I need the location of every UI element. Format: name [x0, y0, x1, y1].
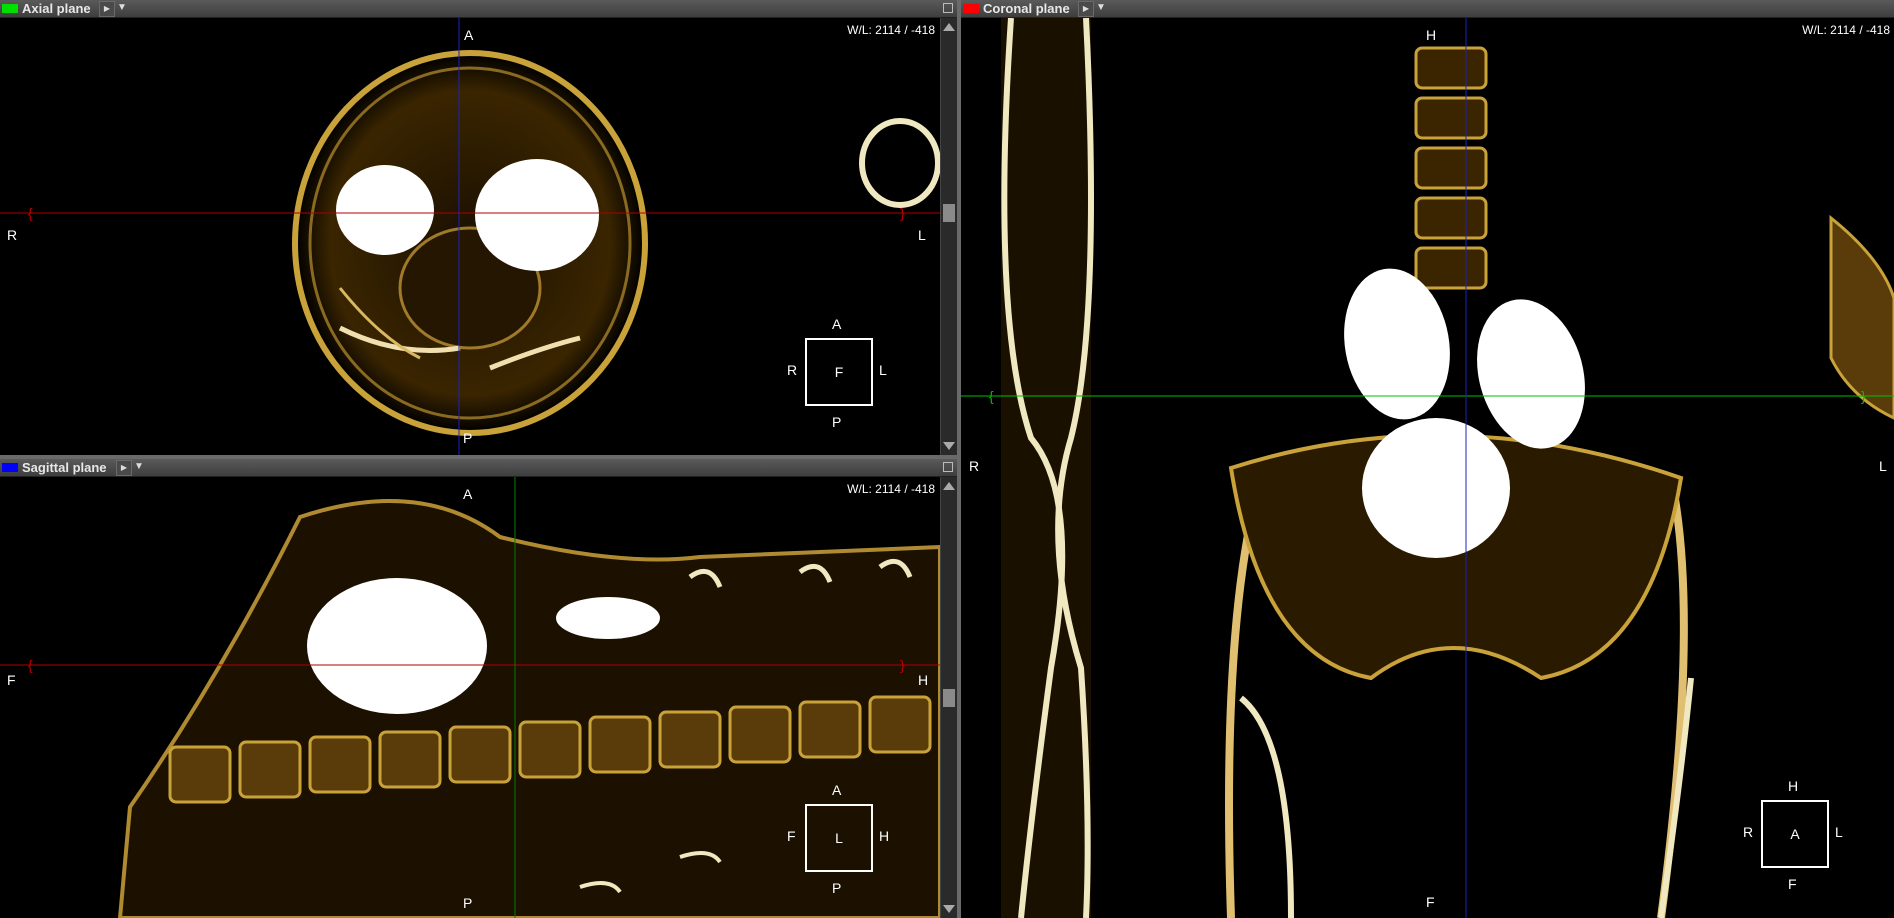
sagittal-viewer[interactable]: Sagittal plane ▶ ▼ {} W/L: 2114 / -418 …: [0, 459, 957, 918]
sagittal-label-left: F: [7, 672, 16, 688]
sagittal-image-viewport[interactable]: { } W/L: 2114 / -418 A P F H A L F H P: [0, 477, 940, 918]
coronal-window-level: W/L: 2114 / -418: [1802, 23, 1890, 37]
sagittal-window-level: W/L: 2114 / -418: [847, 482, 935, 496]
sagittal-scroll-thumb[interactable]: [943, 689, 955, 707]
axial-scroll-thumb[interactable]: [943, 204, 955, 222]
play-icon[interactable]: ▶: [1078, 1, 1094, 17]
sagittal-title: Sagittal plane: [22, 460, 107, 475]
sagittal-label-bottom: P: [463, 895, 473, 911]
scroll-down-icon[interactable]: [943, 442, 955, 450]
coronal-label-right: L: [1879, 458, 1887, 474]
svg-text:}: }: [900, 657, 905, 673]
sagittal-slice-scrollbar[interactable]: [940, 477, 957, 918]
sagittal-color-swatch: [2, 463, 18, 472]
axial-label-left: R: [7, 227, 18, 243]
play-icon[interactable]: ▶: [116, 460, 132, 476]
axial-titlebar: Axial plane ▶ ▼: [0, 0, 957, 18]
axial-viewer[interactable]: Axial plane ▶ ▼ { } W/L: 2114 / -418 A P…: [0, 0, 957, 455]
coronal-image-viewport[interactable]: { } W/L: 2114 / -418 H F R L H A R L F: [961, 18, 1894, 918]
coronal-titlebar: Coronal plane ▶ ▼: [961, 0, 1894, 18]
axial-label-right: L: [918, 227, 926, 243]
coronal-viewer[interactable]: Coronal plane ▶ ▼ {} W/L: 2114 / -418 H…: [961, 0, 1894, 918]
coronal-title: Coronal plane: [983, 1, 1070, 16]
chevron-down-icon[interactable]: ▼: [132, 459, 146, 475]
coronal-color-swatch: [963, 4, 979, 13]
scroll-down-icon[interactable]: [943, 905, 955, 913]
svg-text:{: {: [28, 205, 33, 221]
svg-text:{: {: [989, 388, 994, 404]
coronal-orientation-cube: H A R L F: [1743, 778, 1843, 892]
maximize-icon[interactable]: [943, 3, 953, 13]
axial-label-top: A: [464, 27, 474, 43]
axial-window-level: W/L: 2114 / -418: [847, 23, 935, 37]
chevron-down-icon[interactable]: ▼: [115, 0, 129, 16]
coronal-label-bottom: F: [1426, 894, 1435, 910]
axial-image-viewport[interactable]: { } W/L: 2114 / -418 A P R L A F R L P: [0, 18, 940, 455]
coronal-label-left: R: [969, 458, 980, 474]
axial-slice-scrollbar[interactable]: [940, 18, 957, 455]
svg-text:{: {: [28, 657, 33, 673]
axial-label-bottom: P: [463, 430, 473, 446]
chevron-down-icon[interactable]: ▼: [1094, 0, 1108, 16]
play-icon[interactable]: ▶: [99, 1, 115, 17]
sagittal-label-right: H: [918, 672, 929, 688]
sagittal-orientation-cube: A L F H P: [787, 782, 890, 896]
sagittal-label-top: A: [463, 486, 473, 502]
svg-text:}: }: [1861, 388, 1866, 404]
scroll-up-icon[interactable]: [943, 482, 955, 490]
sagittal-titlebar: Sagittal plane ▶ ▼: [0, 459, 957, 477]
svg-text:}: }: [900, 205, 905, 221]
coronal-label-top: H: [1426, 27, 1437, 43]
scroll-up-icon[interactable]: [943, 23, 955, 31]
maximize-icon[interactable]: [943, 462, 953, 472]
axial-color-swatch: [2, 4, 18, 13]
axial-orientation-cube: A F R L P: [787, 316, 887, 430]
axial-title: Axial plane: [22, 1, 91, 16]
